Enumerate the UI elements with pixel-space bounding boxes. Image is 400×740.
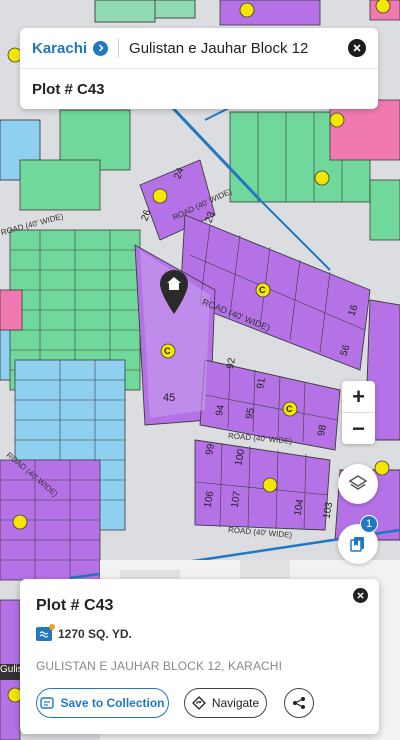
plot-area: 1270 SQ. YD. xyxy=(58,627,132,641)
plot-title: Plot # C43 xyxy=(36,597,114,614)
layers-button[interactable] xyxy=(338,464,378,504)
close-card-icon[interactable] xyxy=(353,588,368,603)
navigate-icon xyxy=(191,696,206,710)
plot-number-label: 45 xyxy=(163,392,176,404)
plot-area-row: 1270 SQ. YD. xyxy=(36,624,132,641)
plot-c-marker-label: C xyxy=(259,285,266,295)
share-button[interactable] xyxy=(284,688,314,718)
share-icon xyxy=(293,697,305,709)
search-bar: Karachi Gulistan e Jauhar Block 12 xyxy=(20,28,378,69)
collection-count-badge: 1 xyxy=(360,515,378,533)
clear-search-icon[interactable] xyxy=(348,39,366,57)
collection-icon xyxy=(40,697,55,709)
layers-icon xyxy=(348,475,368,490)
plot-number-label: 98 xyxy=(316,424,329,437)
zoom-out-button[interactable]: − xyxy=(342,413,375,444)
bookmark-stack-icon xyxy=(350,537,364,552)
plot-details-card: Plot # C43 1270 SQ. YD. GULISTAN E JAUHA… xyxy=(20,579,379,734)
plot-number-label: 92 xyxy=(225,357,238,370)
plot-c-marker-label: C xyxy=(164,346,171,356)
divider xyxy=(118,38,120,58)
zoom-controls: + − xyxy=(342,381,375,444)
city-selector[interactable]: Karachi xyxy=(32,40,87,57)
map-label: Gulista xyxy=(0,664,20,680)
plot-number-label: 94 xyxy=(214,404,227,417)
save-to-collection-button[interactable]: Save to Collection xyxy=(36,688,169,718)
search-card: Karachi Gulistan e Jauhar Block 12 Plot … xyxy=(20,28,378,109)
plot-c-marker-label: C xyxy=(286,404,293,414)
selected-plot-label[interactable]: Plot # C43 xyxy=(20,69,378,109)
search-input[interactable]: Gulistan e Jauhar Block 12 xyxy=(129,40,348,57)
plot-number-label: 91 xyxy=(255,377,268,390)
action-buttons: Save to Collection Navigate xyxy=(36,688,314,718)
area-size-icon xyxy=(36,624,55,641)
chevron-right-icon[interactable] xyxy=(93,40,109,56)
plot-number-label: 99 xyxy=(204,443,217,456)
plot-number-label: 95 xyxy=(244,407,257,420)
plot-location: GULISTAN E JAUHAR BLOCK 12, KARACHI xyxy=(36,659,283,673)
zoom-in-button[interactable]: + xyxy=(342,381,375,412)
navigate-button[interactable]: Navigate xyxy=(184,688,267,718)
